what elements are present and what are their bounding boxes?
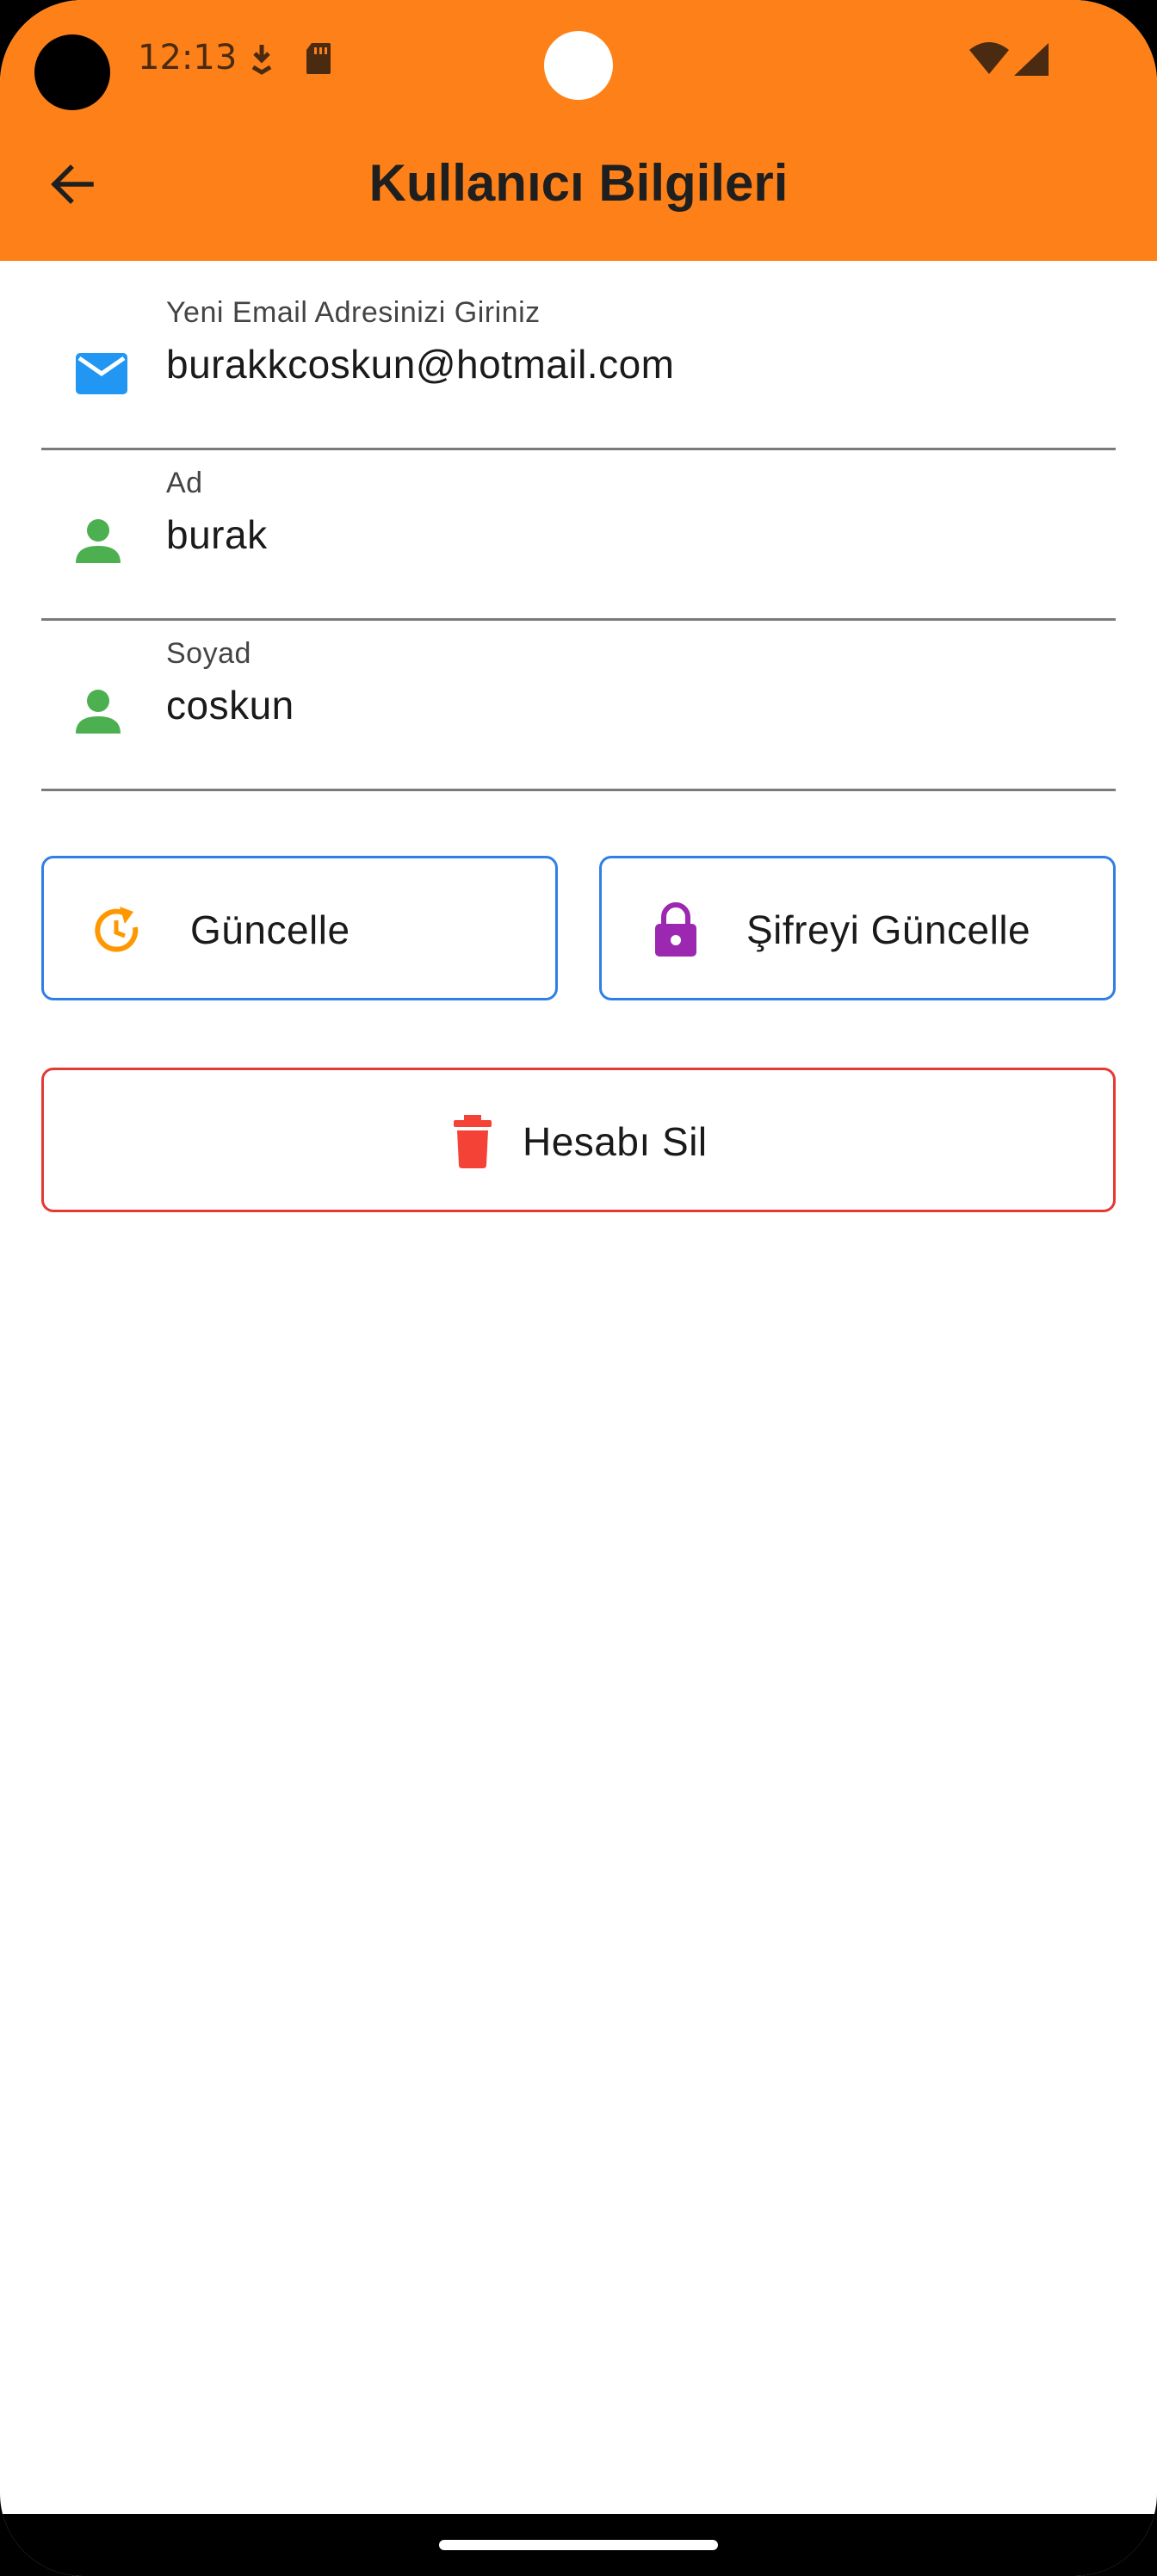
email-label: Yeni Email Adresinizi Giriniz (166, 296, 541, 329)
last-name-value[interactable]: coskun (166, 682, 294, 728)
download-icon (248, 41, 275, 80)
first-name-field[interactable]: Ad burak (41, 448, 1116, 621)
update-button[interactable]: Güncelle (41, 856, 558, 1000)
delete-account-button[interactable]: Hesabı Sil (41, 1068, 1116, 1212)
sd-card-icon (305, 41, 332, 80)
screen: 12:13 Kullanıcı Bilgileri Yeni Email Adr… (0, 0, 1157, 2576)
email-field[interactable]: Yeni Email Adresinizi Giriniz burakkcosk… (41, 277, 1116, 450)
status-time: 12:13 (138, 38, 238, 77)
wifi-icon (969, 41, 1009, 80)
navigation-bar (0, 2514, 1157, 2576)
cell-signal-icon (1014, 43, 1049, 80)
app-bar: 12:13 Kullanıcı Bilgileri (0, 0, 1157, 261)
change-password-button[interactable]: Şifreyi Güncelle (599, 856, 1116, 1000)
last-name-label: Soyad (166, 637, 251, 670)
lock-icon (653, 901, 698, 963)
person-icon (74, 687, 129, 742)
change-password-button-label: Şifreyi Güncelle (746, 907, 1031, 952)
update-button-label: Güncelle (190, 907, 350, 952)
person-icon (74, 517, 129, 572)
camera-hole (34, 34, 110, 110)
delete-account-button-label: Hesabı Sil (523, 1119, 708, 1164)
page-title: Kullanıcı Bilgileri (368, 154, 789, 212)
refresh-icon (92, 905, 144, 961)
front-sensor (544, 31, 613, 100)
first-name-value[interactable]: burak (166, 511, 268, 558)
mail-icon (74, 351, 129, 406)
first-name-label: Ad (166, 467, 203, 499)
last-name-field[interactable]: Soyad coskun (41, 618, 1116, 791)
email-value[interactable]: burakkcoskun@hotmail.com (166, 341, 674, 387)
home-handle[interactable] (439, 2540, 718, 2550)
trash-icon (452, 1115, 493, 1173)
